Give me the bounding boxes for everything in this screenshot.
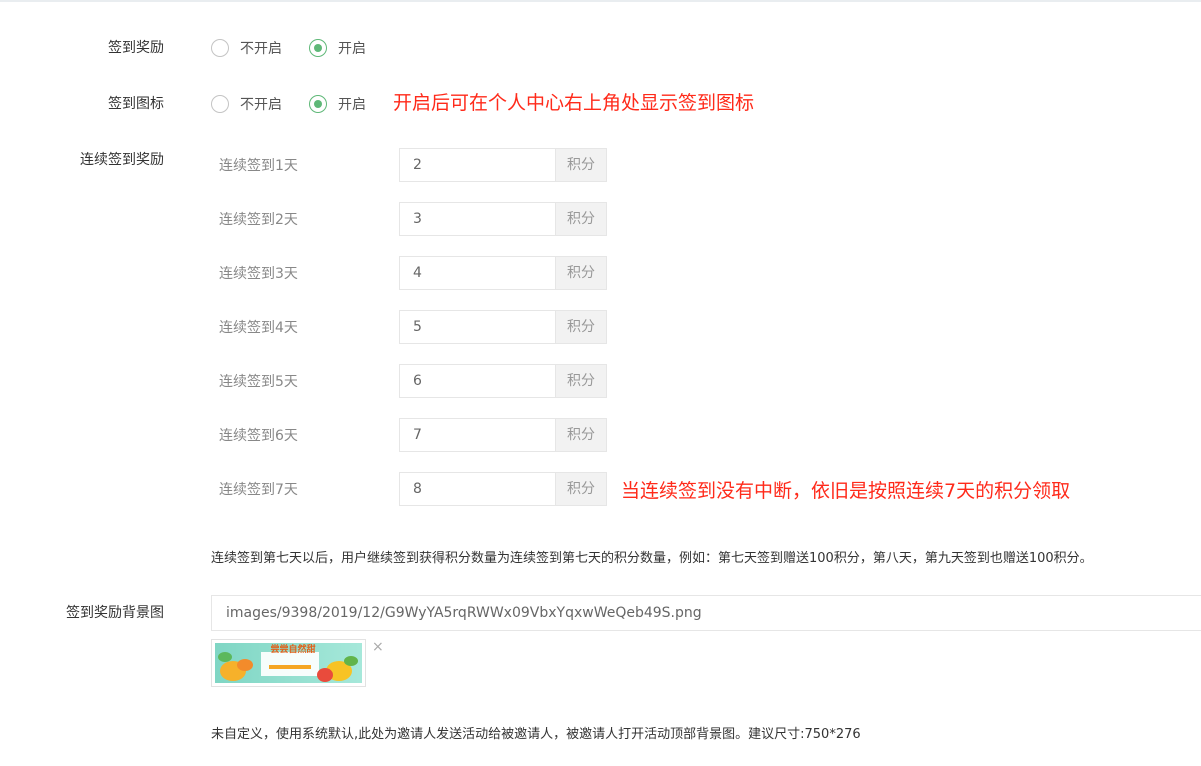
day-1-label: 连续签到1天 xyxy=(219,158,298,174)
sign-icon-option-off[interactable]: 不开启 xyxy=(211,94,282,114)
option-label: 不开启 xyxy=(240,97,282,113)
sign-icon-annotation: 开启后可在个人中心右上角处显示签到图标 xyxy=(393,92,755,114)
day-5-label: 连续签到5天 xyxy=(219,374,298,390)
day-7-input[interactable]: 8 xyxy=(399,472,555,506)
option-label: 不开启 xyxy=(240,41,282,57)
day-5-field: 6 积分 xyxy=(399,364,607,398)
day-2-label: 连续签到2天 xyxy=(219,212,298,228)
day-6-field: 7 积分 xyxy=(399,418,607,452)
day-4-field: 5 积分 xyxy=(399,310,607,344)
sign-icon-radio-group: 不开启 开启 xyxy=(211,92,366,116)
sign-reward-label: 签到奖励 xyxy=(108,40,164,56)
radio-unchecked-icon xyxy=(211,39,229,57)
thumb-title: 尝尝自然甜 xyxy=(270,645,316,655)
day-3-input[interactable]: 4 xyxy=(399,256,555,290)
radio-unchecked-icon xyxy=(211,95,229,113)
day-4-label: 连续签到4天 xyxy=(219,320,298,336)
top-divider xyxy=(0,0,1201,2)
points-suffix: 积分 xyxy=(555,256,607,290)
radio-checked-icon xyxy=(309,95,327,113)
sign-reward-option-on[interactable]: 开启 xyxy=(309,38,366,58)
day-6-input[interactable]: 7 xyxy=(399,418,555,452)
day-6-label: 连续签到6天 xyxy=(219,428,298,444)
day-7-field: 8 积分 xyxy=(399,472,607,506)
background-label: 签到奖励背景图 xyxy=(66,605,164,621)
day-2-input[interactable]: 3 xyxy=(399,202,555,236)
sign-icon-option-on[interactable]: 开启 xyxy=(309,94,366,114)
points-suffix: 积分 xyxy=(555,310,607,344)
points-suffix: 积分 xyxy=(555,364,607,398)
continuous-annotation: 当连续签到没有中断，依旧是按照连续7天的积分领取 xyxy=(621,480,1071,502)
day-1-field: 2 积分 xyxy=(399,148,607,182)
sign-reward-radio-group: 不开启 开启 xyxy=(211,36,393,60)
continuous-hint: 连续签到第七天以后，用户继续签到获得积分数量为连续签到第七天的积分数量，例如：第… xyxy=(211,551,1093,566)
points-suffix: 积分 xyxy=(555,148,607,182)
day-3-label: 连续签到3天 xyxy=(219,266,298,282)
points-suffix: 积分 xyxy=(555,472,607,506)
sign-icon-label: 签到图标 xyxy=(108,96,164,112)
option-label: 开启 xyxy=(338,41,366,57)
continuous-reward-label: 连续签到奖励 xyxy=(80,152,164,168)
day-3-field: 4 积分 xyxy=(399,256,607,290)
sign-reward-option-off[interactable]: 不开启 xyxy=(211,38,282,58)
points-suffix: 积分 xyxy=(555,202,607,236)
day-7-label: 连续签到7天 xyxy=(219,482,298,498)
background-path-input[interactable]: images/9398/2019/12/G9WyYA5rqRWWx09VbxYq… xyxy=(211,595,1201,631)
day-4-input[interactable]: 5 xyxy=(399,310,555,344)
radio-checked-icon xyxy=(309,39,327,57)
option-label: 开启 xyxy=(338,97,366,113)
day-5-input[interactable]: 6 xyxy=(399,364,555,398)
day-2-field: 3 积分 xyxy=(399,202,607,236)
remove-image-close-icon[interactable]: × xyxy=(372,640,384,654)
background-thumbnail[interactable]: 尝尝自然甜 xyxy=(211,639,366,687)
points-suffix: 积分 xyxy=(555,418,607,452)
background-hint: 未自定义，使用系统默认,此处为邀请人发送活动给被邀请人，被邀请人打开活动顶部背景… xyxy=(211,727,861,742)
day-1-input[interactable]: 2 xyxy=(399,148,555,182)
